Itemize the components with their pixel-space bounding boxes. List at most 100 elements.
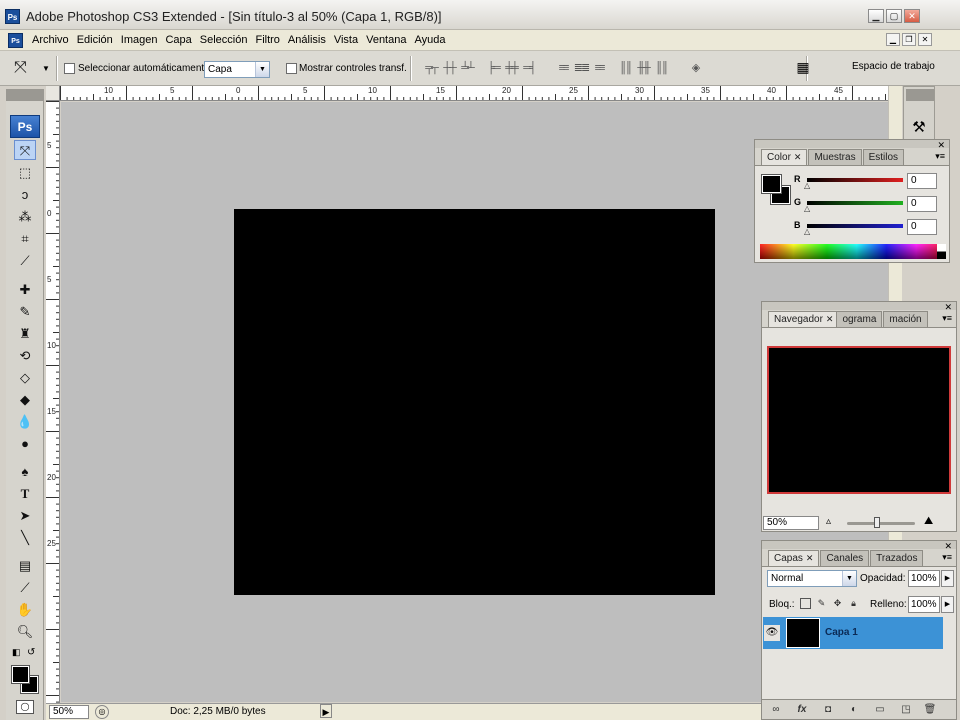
crop-tool-icon[interactable]: ⌗ xyxy=(14,229,36,249)
panel-menu-icon[interactable]: ▾≡ xyxy=(942,313,952,324)
vertical-ruler[interactable]: 5 0 5 10 15 20 25 xyxy=(46,101,60,703)
navigator-slider-thumb[interactable] xyxy=(874,517,880,528)
close-button[interactable]: ✕ xyxy=(904,9,920,23)
align-vcenter-icon[interactable]: ┼┼ xyxy=(440,61,458,75)
workspace-label[interactable]: Espacio de trabajo xyxy=(852,61,935,72)
path-selection-tool-icon[interactable]: ➤ xyxy=(14,506,36,526)
channel-g-thumb-icon[interactable]: △ xyxy=(804,204,810,213)
lock-position-icon[interactable]: ✥ xyxy=(832,598,843,609)
zoom-out-icon[interactable]: ▵ xyxy=(826,516,831,527)
zoom-tool-icon[interactable]: 🔍︎ xyxy=(14,622,36,642)
channel-b-value[interactable]: 0 xyxy=(907,219,937,235)
line-tool-icon[interactable]: ╲ xyxy=(14,528,36,548)
blur-tool-icon[interactable]: 💧 xyxy=(14,412,36,432)
dock-grip[interactable] xyxy=(906,89,934,101)
distribute-vcenter-icon[interactable]: ≣≣ xyxy=(572,61,590,75)
distribute-bottom-icon[interactable]: ≡≡ xyxy=(590,61,608,75)
menu-analisis[interactable]: Análisis xyxy=(284,34,330,46)
status-menu-arrow-icon[interactable]: ▶ xyxy=(320,704,332,718)
layer-name[interactable]: Capa 1 xyxy=(825,627,858,638)
doc-minimize-button[interactable]: ▁ xyxy=(886,33,900,46)
layer-mask-icon[interactable]: ◘ xyxy=(820,703,836,717)
move-tool-icon[interactable]: ⤧ xyxy=(14,140,36,160)
navigator-zoom-field[interactable]: 50% xyxy=(763,516,819,530)
fill-slider-arrow-icon[interactable]: ▶ xyxy=(941,596,954,613)
opacity-slider-arrow-icon[interactable]: ▶ xyxy=(941,570,954,587)
distribute-top-icon[interactable]: ≡≡ xyxy=(554,61,572,75)
tab-canales[interactable]: Canales xyxy=(820,550,870,566)
channel-r-value[interactable]: 0 xyxy=(907,173,937,189)
tab-trazados[interactable]: Trazados xyxy=(870,550,924,566)
lock-pixels-icon[interactable]: ✎ xyxy=(816,598,827,609)
hand-tool-icon[interactable]: ✋ xyxy=(14,600,36,620)
zoom-level-field[interactable]: 50% xyxy=(49,705,89,719)
swap-colors-icon[interactable]: ↺ xyxy=(27,647,35,658)
tab-muestras[interactable]: Muestras xyxy=(808,149,862,165)
healing-brush-tool-icon[interactable]: ✚ xyxy=(14,280,36,300)
panel-menu-icon[interactable]: ▾≡ xyxy=(942,552,952,563)
navigator-thumbnail[interactable] xyxy=(767,346,951,494)
align-hcenter-icon[interactable]: ╪╪ xyxy=(502,61,520,75)
panel-menu-icon[interactable]: ▾≡ xyxy=(935,151,945,162)
blend-mode-dropdown[interactable]: Normal ▼ xyxy=(767,570,857,587)
photoshop-logo[interactable]: Ps xyxy=(10,115,40,138)
type-tool-icon[interactable]: T xyxy=(14,484,36,504)
document-icon[interactable]: Ps xyxy=(8,33,23,48)
tab-estilos[interactable]: Estilos xyxy=(862,149,905,165)
color-spectrum-ramp[interactable] xyxy=(760,244,946,259)
magic-wand-tool-icon[interactable]: ⁂ xyxy=(14,207,36,227)
distribute-hcenter-icon[interactable]: ╫╫ xyxy=(634,61,652,75)
dodge-tool-icon[interactable]: ● xyxy=(14,434,36,454)
workspace-menu-icon[interactable]: ▦ xyxy=(791,59,815,79)
tab-histograma[interactable]: ograma xyxy=(836,311,883,327)
doc-restore-button[interactable]: ❐ xyxy=(902,33,916,46)
tab-animacion[interactable]: mación xyxy=(883,311,928,327)
align-left-icon[interactable]: ╞═ xyxy=(484,61,502,75)
menu-imagen[interactable]: Imagen xyxy=(117,34,162,46)
eyedropper-tool-icon[interactable]: ⟋ xyxy=(14,578,36,598)
panel-grip[interactable] xyxy=(755,140,949,148)
move-tool-preset-icon[interactable]: ⤧ xyxy=(14,59,27,77)
new-layer-icon[interactable]: ◳ xyxy=(898,703,914,717)
link-layers-icon[interactable]: ∞ xyxy=(768,703,784,717)
lasso-tool-icon[interactable]: ↄ xyxy=(14,185,36,205)
clone-stamp-tool-icon[interactable]: ♜ xyxy=(14,324,36,344)
panel-close-icon[interactable]: ✕ xyxy=(937,140,945,151)
menu-ayuda[interactable]: Ayuda xyxy=(410,34,449,46)
foreground-color-swatch[interactable] xyxy=(11,665,30,684)
tab-navegador[interactable]: Navegador ✕ xyxy=(768,311,840,327)
eraser-tool-icon[interactable]: ◇ xyxy=(14,368,36,388)
channel-r-thumb-icon[interactable]: △ xyxy=(804,181,810,190)
align-top-icon[interactable]: ╤┬ xyxy=(422,61,440,75)
black-white-ramp[interactable] xyxy=(937,244,946,259)
lock-all-icon[interactable]: 🔒︎ xyxy=(848,598,859,609)
channel-g-slider[interactable] xyxy=(807,201,903,205)
doc-close-button[interactable]: ✕ xyxy=(918,33,932,46)
tool-preset-dropdown-icon[interactable]: ▼ xyxy=(42,64,50,73)
new-group-icon[interactable]: ▭ xyxy=(872,703,888,717)
adjustment-layer-icon[interactable]: ◐ xyxy=(846,703,862,717)
tool-presets-icon[interactable]: ⚒ xyxy=(908,117,930,139)
align-right-icon[interactable]: ═╡ xyxy=(520,61,538,75)
menu-vista[interactable]: Vista xyxy=(330,34,362,46)
channel-b-slider[interactable] xyxy=(807,224,903,228)
distribute-left-icon[interactable]: ║║ xyxy=(616,61,634,75)
distribute-right-icon[interactable]: ║║ xyxy=(652,61,670,75)
menu-filtro[interactable]: Filtro xyxy=(251,34,283,46)
channel-r-slider[interactable] xyxy=(807,178,903,182)
menu-archivo[interactable]: Archivo xyxy=(28,34,73,46)
auto-select-checkbox[interactable] xyxy=(64,63,75,74)
auto-select-dropdown[interactable]: Capa ▼ xyxy=(204,61,270,78)
marquee-tool-icon[interactable]: ⬚ xyxy=(14,163,36,183)
tab-color[interactable]: Color ✕ xyxy=(761,149,808,165)
pen-tool-icon[interactable]: ♠ xyxy=(14,462,36,482)
tools-panel-grip[interactable] xyxy=(6,89,44,101)
notes-tool-icon[interactable]: ▤ xyxy=(14,556,36,576)
align-bottom-icon[interactable]: ╧┴ xyxy=(458,61,476,75)
layer-thumbnail[interactable] xyxy=(786,618,820,648)
layer-visibility-eye-icon[interactable]: 👁︎ xyxy=(764,625,780,641)
navigator-zoom-slider[interactable] xyxy=(847,522,915,525)
channel-b-thumb-icon[interactable]: △ xyxy=(804,227,810,236)
panel-close-icon[interactable]: ✕ xyxy=(944,541,952,552)
panel-grip[interactable] xyxy=(762,541,956,549)
